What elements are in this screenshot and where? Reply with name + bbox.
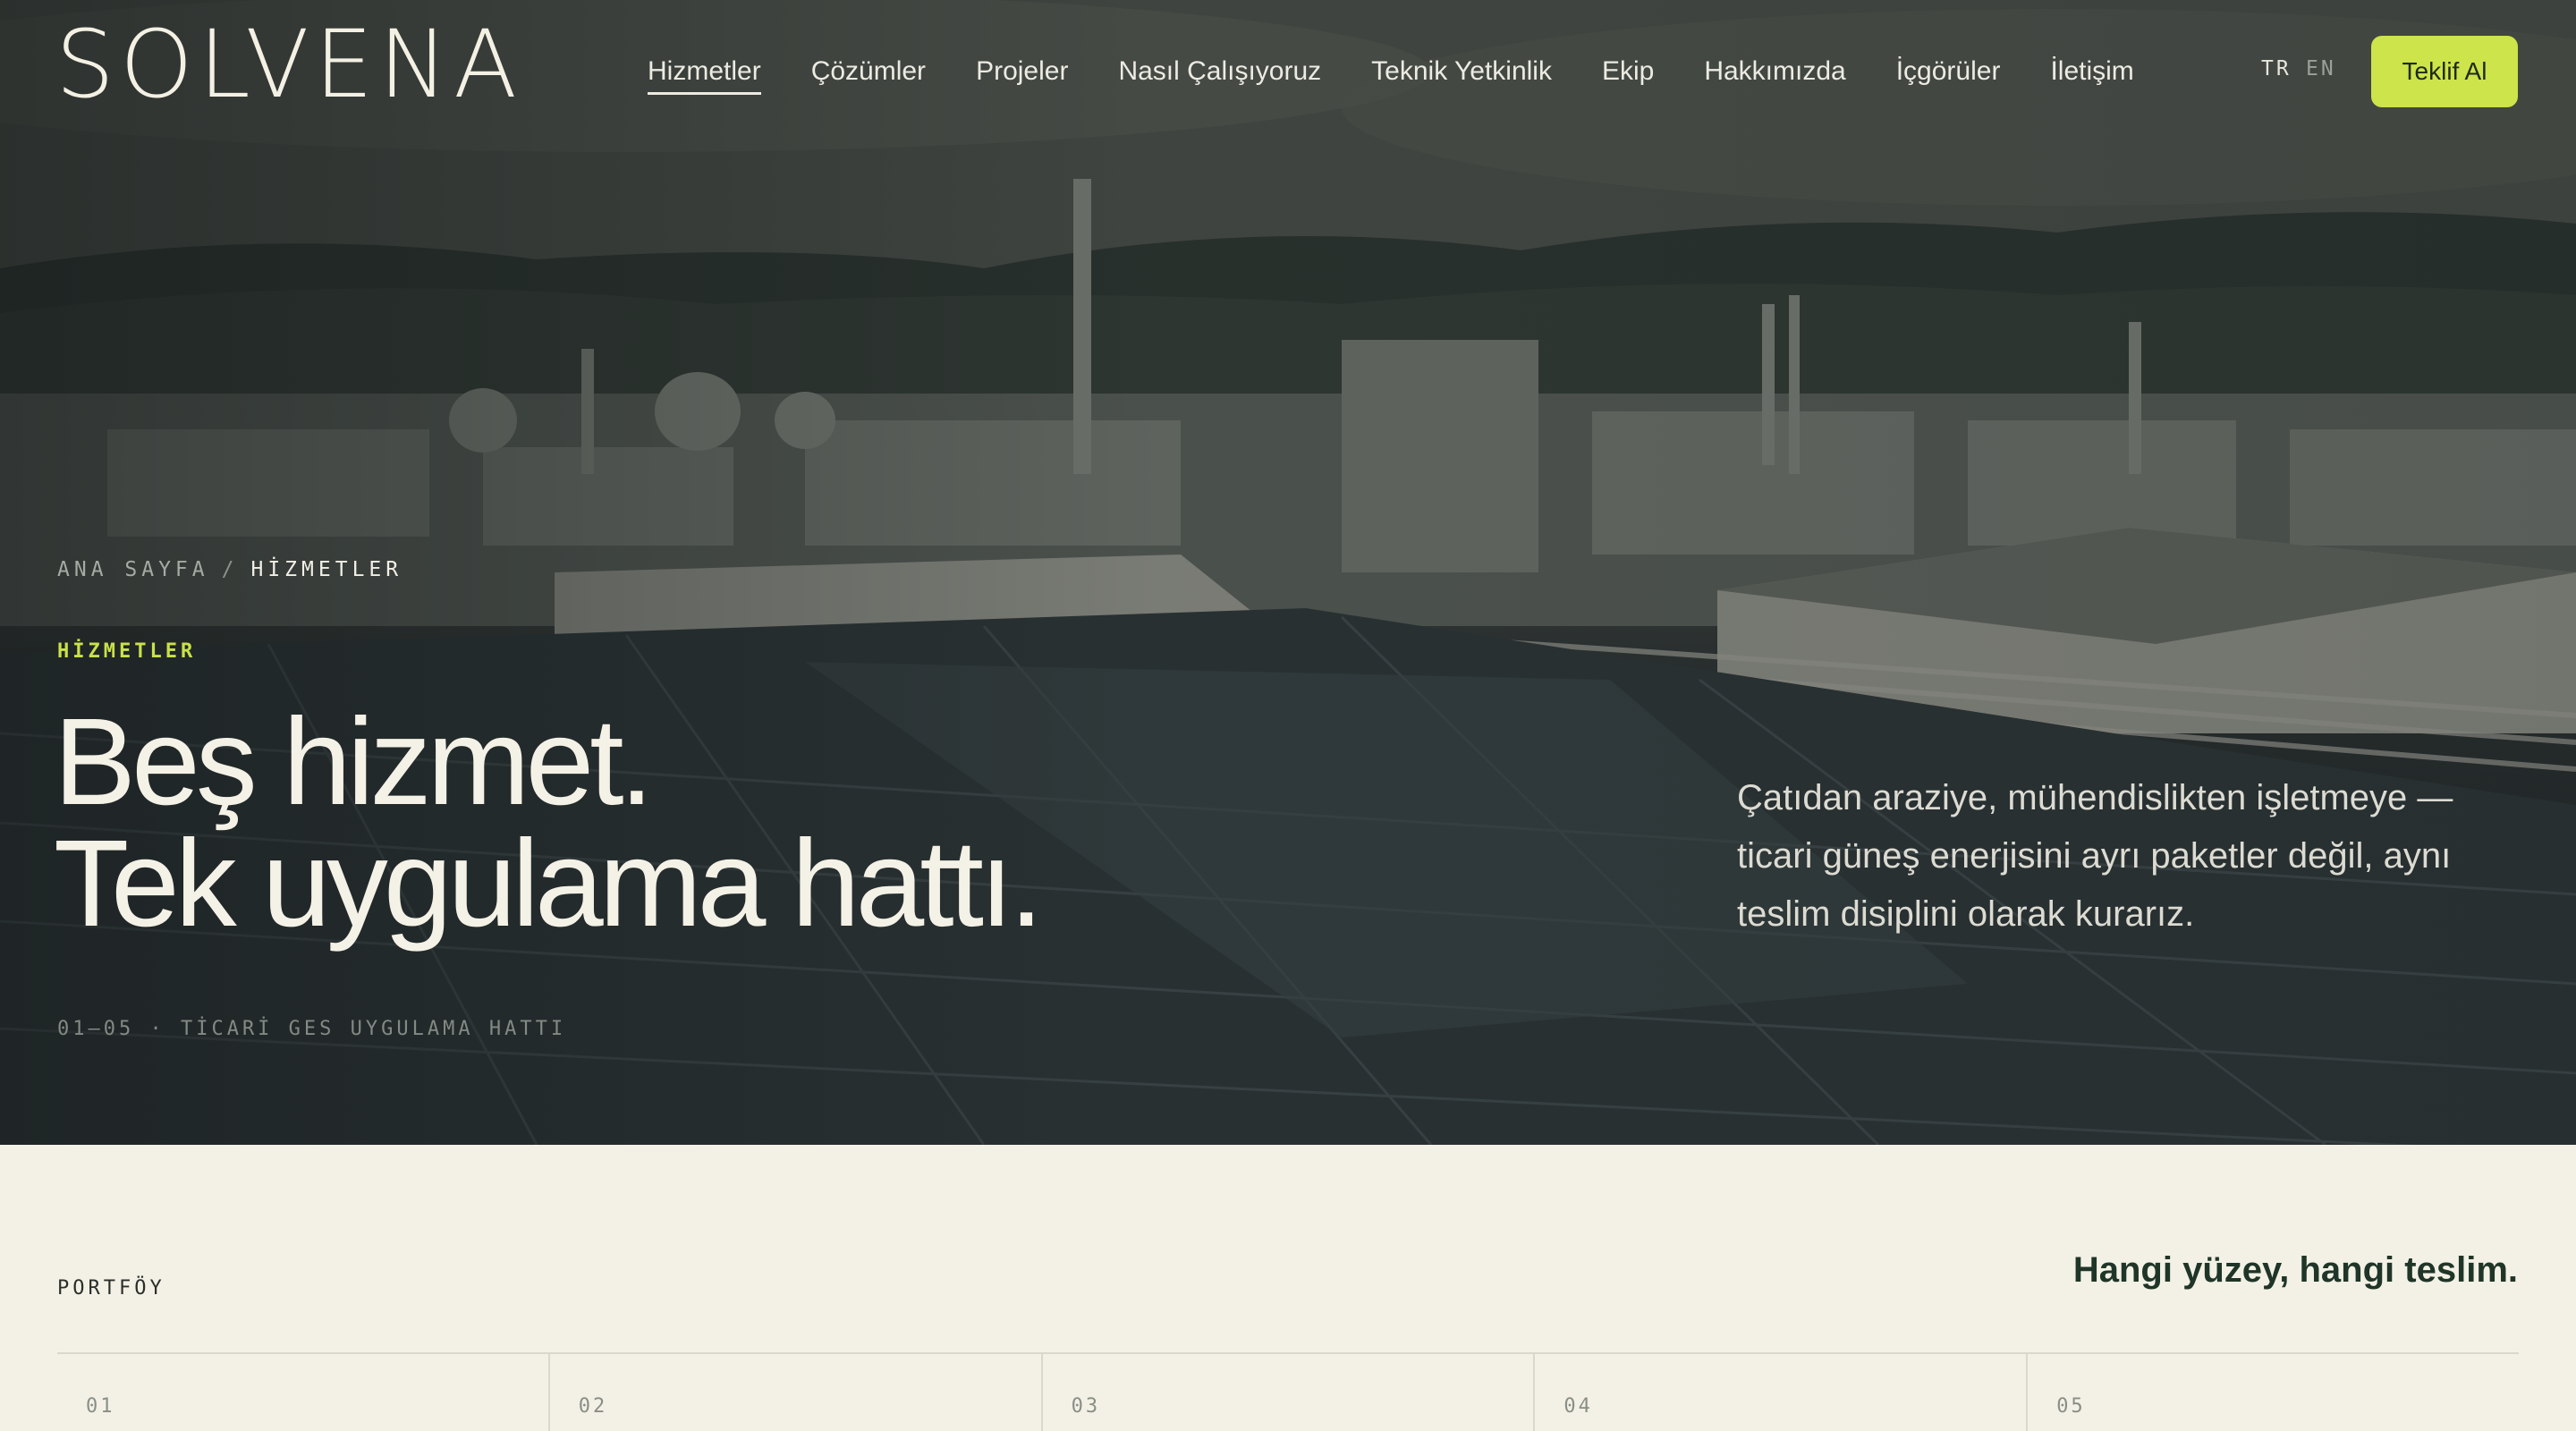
portfolio-label: PORTFÖY	[57, 1277, 165, 1300]
page-title: Beş hizmet. Tek uygulama hattı.	[54, 693, 1306, 953]
nav-link-iletisim[interactable]: İletişim	[2050, 52, 2133, 91]
top-navigation: SOLVENA Hizmetler Çözümler Projeler Nası…	[0, 0, 2576, 143]
nav-link-nasil-calisiyoruz[interactable]: Nasıl Çalışıyoruz	[1118, 52, 1321, 91]
hero-section: SOLVENA Hizmetler Çözümler Projeler Nası…	[0, 0, 2576, 1145]
hero-description: Çatıdan araziye, mühendislikten işletmey…	[1737, 778, 2453, 934]
portfolio-grid: 01 02 03 04 05	[57, 1352, 2519, 1431]
portfolio-card-number: 02	[578, 1395, 608, 1418]
portfolio-card-03[interactable]: 03	[1043, 1354, 1536, 1431]
portfolio-card-02[interactable]: 02	[550, 1354, 1043, 1431]
breadcrumb-home[interactable]: ANA SAYFA	[57, 558, 209, 581]
nav-link-hizmetler[interactable]: Hizmetler	[648, 52, 761, 95]
portfolio-card-01[interactable]: 01	[57, 1354, 550, 1431]
portfolio-card-number: 01	[86, 1395, 115, 1418]
breadcrumb: ANA SAYFA / HİZMETLER	[57, 558, 402, 581]
breadcrumb-separator: /	[221, 558, 239, 581]
portfolio-card-number: 05	[2056, 1395, 2086, 1418]
portfolio-card-05[interactable]: 05	[2028, 1354, 2519, 1431]
main-menu: Hizmetler Çözümler Projeler Nasıl Çalışı…	[648, 52, 2184, 95]
portfolio-card-04[interactable]: 04	[1535, 1354, 2029, 1431]
portfolio-title: Hangi yüzey, hangi teslim.	[2072, 1250, 2518, 1290]
portfolio-card-number: 03	[1071, 1395, 1101, 1418]
request-quote-button[interactable]: Teklif Al	[2371, 36, 2518, 107]
portfolio-card-number: 04	[1563, 1395, 1593, 1418]
headline-line-2: Tek uygulama hattı.	[54, 815, 1044, 953]
section-eyebrow: HİZMETLER	[57, 640, 197, 663]
language-en[interactable]: EN	[2306, 57, 2336, 80]
nav-link-cozumler[interactable]: Çözümler	[811, 52, 926, 91]
nav-link-teknik-yetkinlik[interactable]: Teknik Yetkinlik	[1371, 52, 1552, 91]
nav-link-hakkimizda[interactable]: Hakkımızda	[1704, 52, 1845, 91]
nav-link-projeler[interactable]: Projeler	[976, 52, 1068, 91]
portfolio-section: PORTFÖY Hangi yüzey, hangi teslim. 01 02…	[0, 1145, 2576, 1431]
hero-meta-label: 01–05 · TİCARİ GES UYGULAMA HATTI	[57, 1018, 567, 1040]
language-tr[interactable]: TR	[2261, 57, 2292, 80]
nav-link-icgoruler[interactable]: İçgörüler	[1896, 52, 2001, 91]
solvena-logo[interactable]: SOLVENA	[55, 18, 522, 111]
headline-line-1: Beş hizmet.	[54, 693, 654, 831]
nav-link-ekip[interactable]: Ekip	[1602, 52, 1654, 91]
breadcrumb-current: HİZMETLER	[250, 558, 403, 581]
